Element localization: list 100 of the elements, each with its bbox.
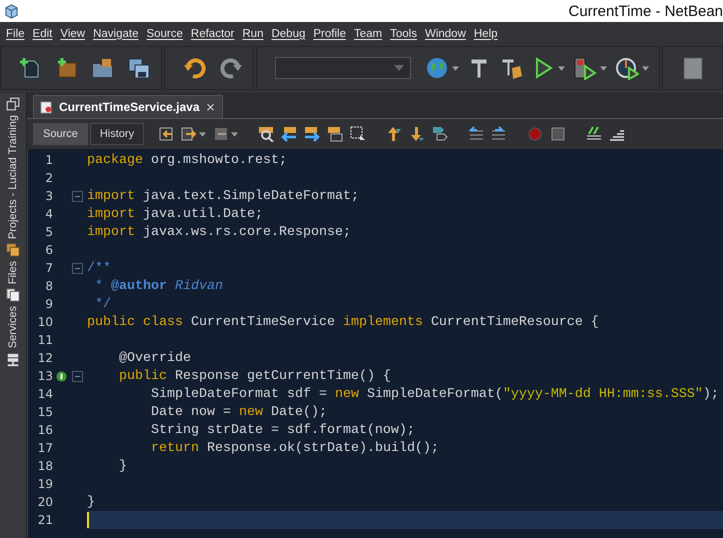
view-toggle-button[interactable]: Source xyxy=(33,123,88,145)
side-tab[interactable]: Services xyxy=(7,306,19,349)
left-arrow-icon[interactable] xyxy=(281,126,298,142)
folder-icon[interactable] xyxy=(91,56,115,80)
shift-right-icon[interactable] xyxy=(491,126,508,142)
menu-item[interactable]: View xyxy=(56,28,90,40)
document-icon[interactable] xyxy=(213,126,230,142)
side-tab[interactable]: Files xyxy=(7,261,19,284)
fold-icon[interactable] xyxy=(72,262,82,274)
code-keyword: package xyxy=(87,152,144,168)
menu-item[interactable]: Refactor xyxy=(186,28,238,40)
code-text: Date now = xyxy=(150,404,232,420)
code-text: CurrentTimeResource { xyxy=(430,314,599,330)
fold-icon[interactable] xyxy=(72,370,82,382)
code-text: javax.ws.rs.core.Response; xyxy=(143,224,351,240)
side-tab[interactable]: Projects - Luciad Training xyxy=(7,115,19,240)
java-file-icon xyxy=(40,100,53,114)
cube-icon xyxy=(4,4,19,18)
code-keyword: new xyxy=(334,386,360,402)
stop-icon[interactable] xyxy=(550,126,566,142)
highlight-icon[interactable] xyxy=(327,126,344,142)
code-text: Response getCurrentTime() { xyxy=(174,368,391,384)
undo-icon[interactable] xyxy=(183,56,207,80)
line-number: 16 xyxy=(36,423,53,437)
floppy-disks-icon[interactable] xyxy=(127,56,151,80)
restore-window-icon[interactable] xyxy=(6,97,20,111)
caret-icon[interactable] xyxy=(394,65,404,71)
code-text: CurrentTimeService xyxy=(190,314,336,330)
caret-icon[interactable] xyxy=(600,66,607,70)
menu-item[interactable]: Help xyxy=(470,28,502,40)
code-text: @Override xyxy=(118,350,191,366)
tags-icon[interactable] xyxy=(432,126,448,142)
menu-item[interactable]: Debug xyxy=(267,28,310,40)
code-text: Response.ok(strDate).build(); xyxy=(206,440,439,456)
code-text: Date(); xyxy=(270,404,327,420)
line-number: 8 xyxy=(44,279,53,293)
view-toggle-button[interactable]: History xyxy=(90,123,144,145)
menu-item[interactable]: Run xyxy=(238,28,268,40)
gauge-icon[interactable] xyxy=(615,56,639,80)
code-text: SimpleDateFormat( xyxy=(366,386,503,402)
code-keyword: public class xyxy=(87,314,184,330)
code-keyword: import xyxy=(87,206,136,222)
line-number: 1 xyxy=(44,153,53,167)
line-number: 19 xyxy=(36,477,53,491)
code-text: java.text.SimpleDateFormat; xyxy=(143,188,359,204)
code-text: java.util.Date; xyxy=(143,206,263,222)
line-number: 14 xyxy=(36,387,53,401)
menu-item[interactable]: Profile xyxy=(309,28,350,40)
caret-icon[interactable] xyxy=(199,132,206,136)
menu-item[interactable]: Navigate xyxy=(89,28,142,40)
menu-item[interactable]: Source xyxy=(142,28,187,40)
folders-icon xyxy=(6,243,20,258)
code-comment: * xyxy=(94,278,104,294)
down-arrow-icon[interactable] xyxy=(409,126,426,142)
caret-icon[interactable] xyxy=(452,66,459,70)
shift-left-icon[interactable] xyxy=(468,126,484,142)
up-arrow-icon[interactable] xyxy=(386,126,402,142)
code-keyword: implements xyxy=(342,314,424,330)
code-comment: /** xyxy=(87,260,111,276)
servers-icon xyxy=(6,352,20,367)
code-doc-text: Ridvan xyxy=(175,278,223,294)
line-number: 5 xyxy=(44,225,53,239)
line-number: 18 xyxy=(36,459,53,473)
right-arrow-icon[interactable] xyxy=(304,126,320,142)
tab-label: CurrentTimeService.java xyxy=(59,100,200,114)
code-keyword: import xyxy=(87,188,136,204)
new-project-icon[interactable] xyxy=(55,56,79,80)
fold-icon[interactable] xyxy=(72,190,82,202)
code-keyword: public xyxy=(118,368,168,384)
forward-icon[interactable] xyxy=(181,126,198,142)
redo-icon[interactable] xyxy=(219,56,243,80)
search-icon[interactable] xyxy=(258,126,274,142)
code-doc-tag: @author xyxy=(111,278,175,294)
lines-icon[interactable] xyxy=(586,126,602,142)
selection-icon[interactable] xyxy=(350,126,366,142)
caret-icon[interactable] xyxy=(642,66,649,70)
panel-icon[interactable] xyxy=(681,56,705,80)
code-keyword: new xyxy=(238,404,264,420)
line-number: 15 xyxy=(36,405,53,419)
line-number: 3 xyxy=(44,189,53,203)
back-icon[interactable] xyxy=(158,126,174,142)
caret-icon[interactable] xyxy=(558,66,565,70)
menu-item[interactable]: Edit xyxy=(28,28,56,40)
files-icon xyxy=(6,288,20,302)
menu-item[interactable]: File xyxy=(2,28,29,40)
debug-icon[interactable] xyxy=(573,56,597,80)
menu-item[interactable]: Team xyxy=(350,28,386,40)
code-comment: */ xyxy=(94,296,111,312)
caret-icon[interactable] xyxy=(231,132,238,136)
close-button[interactable]: × xyxy=(206,100,216,114)
code-text: SimpleDateFormat sdf = xyxy=(150,386,328,402)
line-number: 6 xyxy=(44,243,53,257)
menu-item[interactable]: Tools xyxy=(386,28,421,40)
globe-icon[interactable] xyxy=(425,56,449,80)
line-number: 9 xyxy=(44,297,53,311)
menu-item[interactable]: Window xyxy=(420,28,470,40)
code-text: } xyxy=(87,494,95,510)
code-text: ); xyxy=(702,386,719,402)
code-keyword: return xyxy=(150,440,200,456)
editor-tab[interactable]: CurrentTimeService.java × xyxy=(33,95,223,118)
